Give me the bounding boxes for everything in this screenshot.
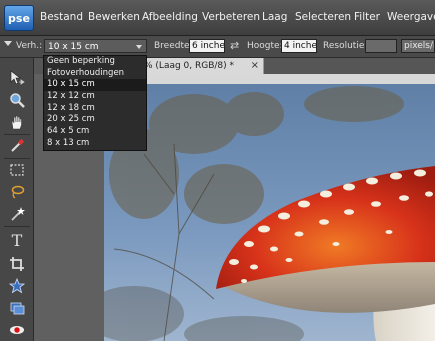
move-tool-icon[interactable] (7, 68, 27, 88)
chevron-down-icon (136, 45, 142, 49)
resolution-field[interactable] (365, 39, 397, 53)
menu-bar: pse Bestand Bewerken Afbeelding Verbeter… (0, 0, 435, 36)
red-eye-tool-icon[interactable] (7, 320, 27, 340)
aspect-ratio-value: 10 x 15 cm (48, 42, 99, 52)
aspect-ratio-select[interactable]: 10 x 15 cm (44, 39, 147, 53)
toolbox-divider (4, 158, 30, 159)
menu-laag[interactable]: Laag (262, 11, 287, 23)
dropdown-item-selected[interactable]: 10 x 15 cm (44, 79, 146, 92)
dropdown-item[interactable]: Geen beperking (44, 56, 146, 68)
resolution-unit-select[interactable]: pixels/in (401, 39, 435, 53)
close-icon[interactable]: × (251, 58, 259, 74)
tool-preset-arrow-icon[interactable] (4, 41, 12, 46)
crop-tool-icon[interactable] (7, 254, 27, 274)
menu-filter[interactable]: Filter (354, 11, 380, 23)
toolbox-divider (4, 226, 30, 227)
zoom-tool-icon[interactable] (7, 90, 27, 110)
menu-bestand[interactable]: Bestand (40, 11, 83, 23)
magic-wand-tool-icon[interactable] (7, 204, 27, 224)
dropdown-item[interactable]: 12 x 18 cm (44, 103, 146, 115)
marquee-tool-icon[interactable] (7, 160, 27, 180)
menu-bewerken[interactable]: Bewerken (88, 11, 140, 23)
straighten-tool-icon[interactable] (7, 298, 27, 318)
height-field[interactable]: 4 inches (281, 39, 317, 53)
menu-weergave[interactable]: Weergave (387, 11, 435, 23)
menu-afbeelding[interactable]: Afbeelding (142, 11, 198, 23)
swap-icon[interactable]: ⇄ (230, 40, 244, 52)
toolbox: T (0, 58, 34, 341)
dropdown-item[interactable]: 64 x 5 cm (44, 126, 146, 138)
aspect-ratio-label: Verh.: (16, 41, 43, 51)
cookie-cutter-tool-icon[interactable] (7, 276, 27, 296)
menu-verbeteren[interactable]: Verbeteren (202, 11, 260, 23)
toolbox-divider (4, 134, 30, 135)
dropdown-item[interactable]: 8 x 13 cm (44, 138, 146, 150)
menu-selecteren[interactable]: Selecteren (295, 11, 351, 23)
hand-tool-icon[interactable] (7, 112, 27, 132)
width-label: Breedte: (154, 41, 193, 51)
type-tool-icon[interactable]: T (7, 230, 27, 250)
dropdown-item[interactable]: Fotoverhoudingen (44, 68, 146, 80)
aspect-ratio-dropdown: Geen beperking Fotoverhoudingen 10 x 15 … (43, 55, 147, 151)
app-logo[interactable]: pse (4, 5, 34, 31)
dropdown-item[interactable]: 12 x 12 cm (44, 91, 146, 103)
dropdown-item[interactable]: 20 x 25 cm (44, 114, 146, 126)
width-field[interactable]: 6 inches (189, 39, 225, 53)
lasso-tool-icon[interactable] (7, 182, 27, 202)
eyedropper-tool-icon[interactable] (7, 136, 27, 156)
height-label: Hoogte: (247, 41, 283, 51)
image-canvas[interactable] (104, 84, 435, 341)
document-tab-title: % (Laag 0, RGB/8) * (144, 61, 235, 71)
document-tab[interactable]: % (Laag 0, RGB/8) * × (140, 58, 264, 74)
resolution-label: Resolutie: (323, 41, 368, 51)
